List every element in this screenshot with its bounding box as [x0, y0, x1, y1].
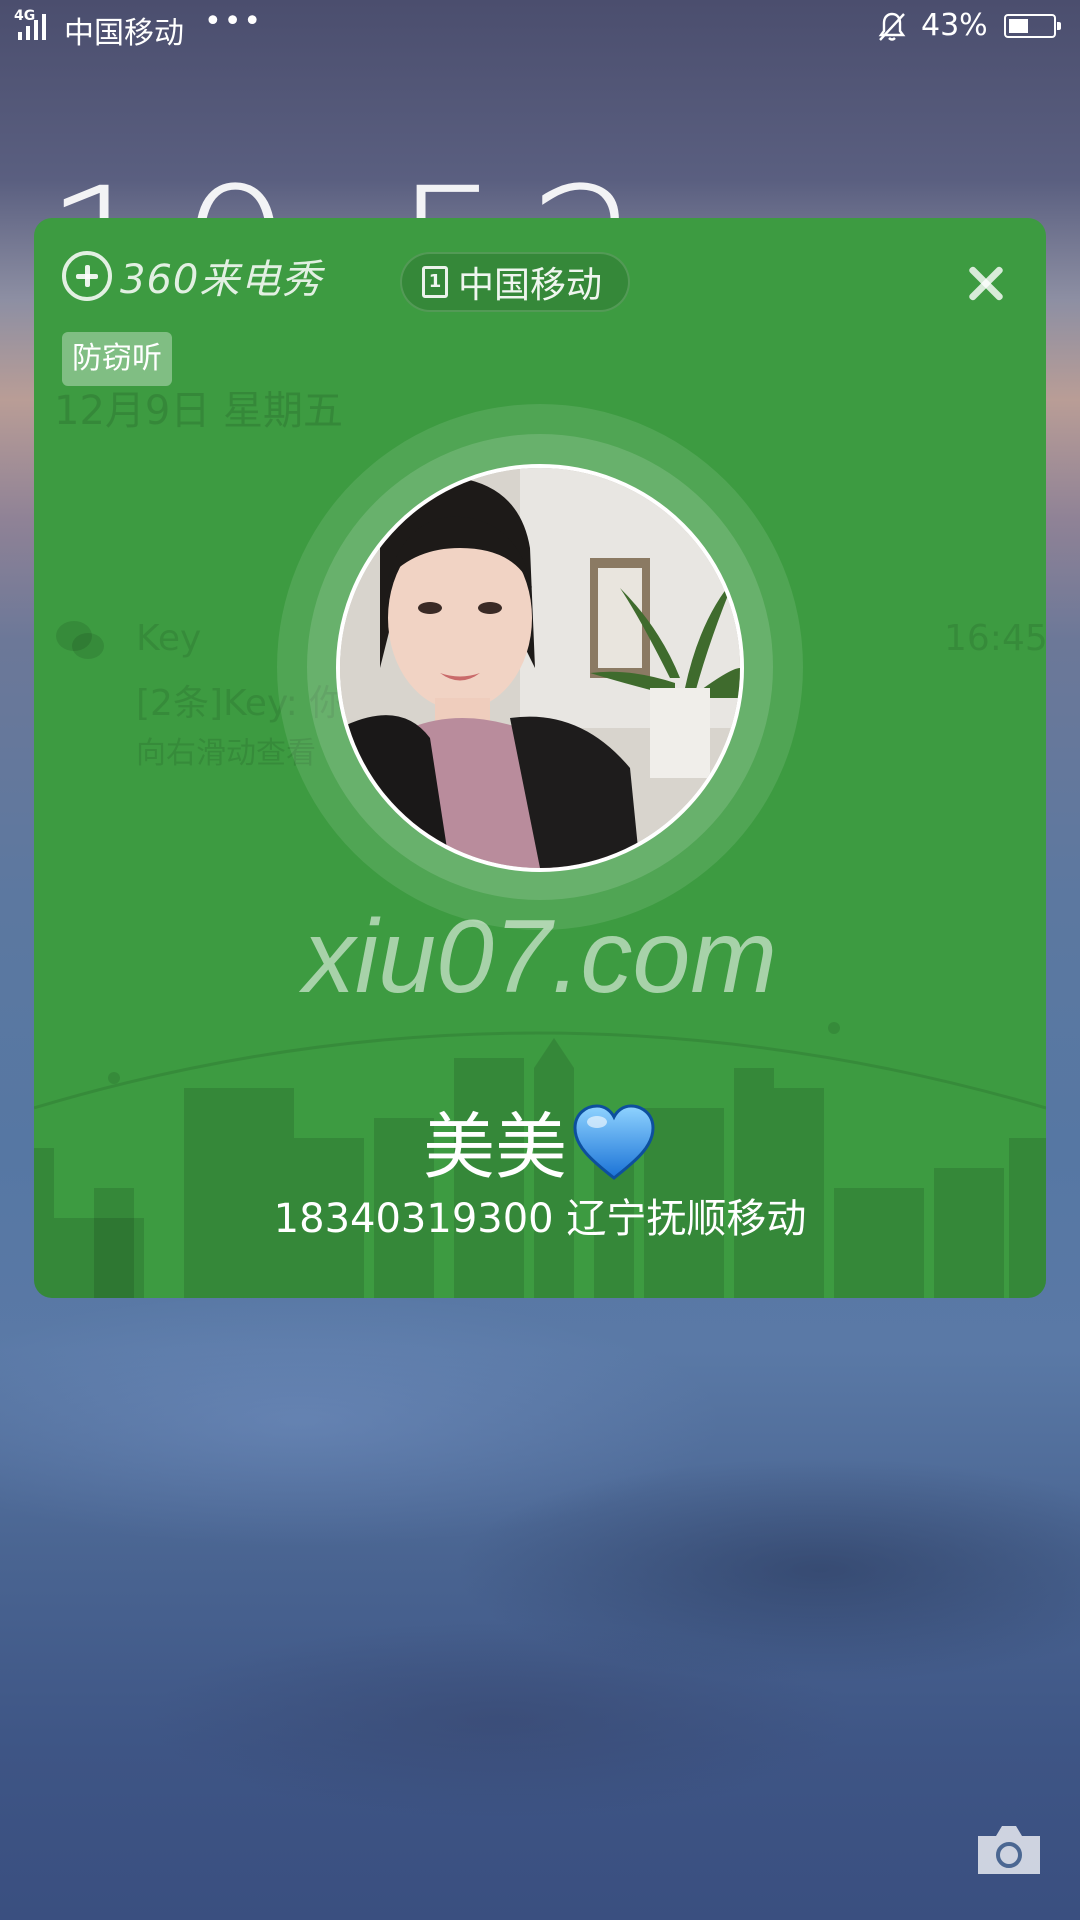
blue-heart-icon — [573, 1104, 655, 1180]
battery-percent: 43% — [921, 8, 988, 43]
lock-screen-date: 12月9日 星期五 — [54, 388, 344, 434]
caller-name-text: 美美 — [422, 1105, 567, 1189]
notification-time: 16:45 — [944, 618, 1046, 659]
status-bar: 4G 中国移动 ••• 43% — [0, 0, 1080, 56]
bell-muted-icon — [878, 12, 906, 41]
caller-name: 美美 — [34, 1088, 1046, 1193]
sim-icon: 1 — [422, 266, 448, 298]
notification-app: Key — [136, 618, 202, 659]
carrier-name: 中国移动 — [64, 16, 184, 51]
brand-logo: 360来电秀 — [62, 248, 322, 304]
lock-screen: 4G 中国移动 ••• 43% 10:52 12月9日 星期五 Key — [0, 0, 1080, 1920]
caller-photo — [340, 468, 740, 868]
camera-icon[interactable] — [974, 1822, 1044, 1878]
incoming-call-card: 12月9日 星期五 Key 16:45 [2条]Key: 你 向右滑动查看 xi… — [34, 218, 1046, 1298]
caller-avatar — [336, 464, 744, 872]
caller-number-location: 18340319300 辽宁抚顺移动 — [273, 1196, 807, 1242]
360-plus-icon — [62, 251, 112, 301]
more-notifications-dots: ••• — [204, 4, 264, 39]
wechat-icon — [56, 621, 104, 659]
sim-carrier-pill: 1 中国移动 — [400, 252, 631, 312]
anti-eavesdrop-tag: 防窃听 — [62, 332, 172, 386]
battery-icon — [1004, 14, 1061, 38]
sim-carrier-label: 中国移动 — [458, 265, 603, 306]
signal-icon — [18, 14, 46, 40]
brand-name: 360来电秀 — [120, 257, 323, 303]
close-icon[interactable] — [960, 258, 1012, 310]
